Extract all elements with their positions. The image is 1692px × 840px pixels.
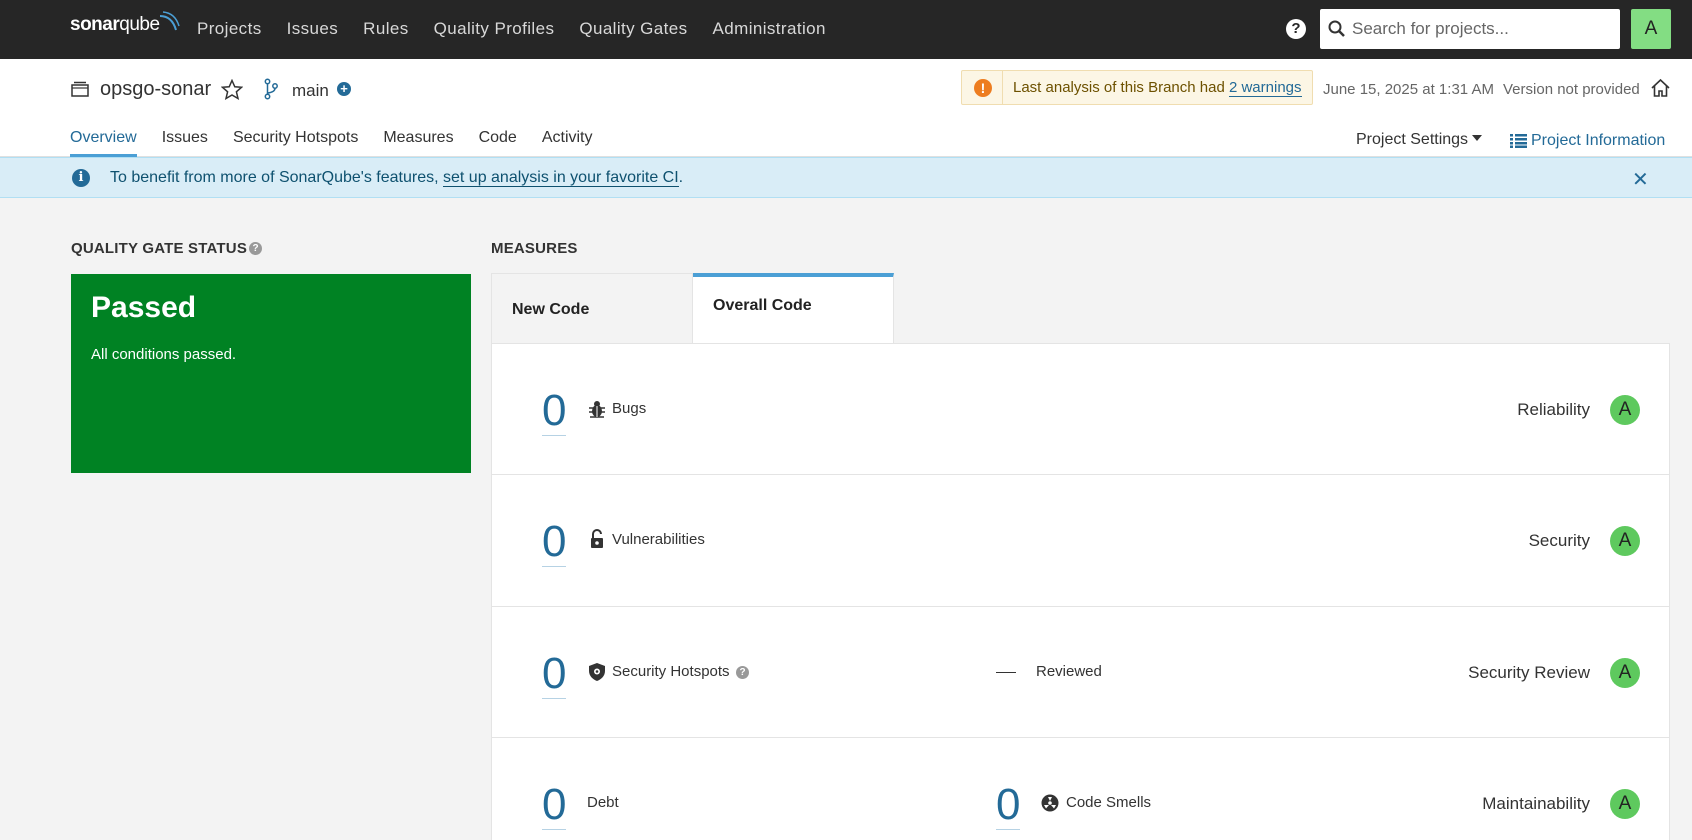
security-review-rating[interactable]: A (1610, 658, 1640, 688)
favorite-star-icon[interactable] (221, 79, 243, 100)
project-settings-dropdown[interactable]: Project Settings (1356, 131, 1483, 149)
measure-row-bugs: 0 Bugs Reliability A (492, 344, 1669, 475)
project-name[interactable]: opsgo-sonar (100, 78, 211, 101)
warning-prefix: Last analysis of this Branch had (1013, 79, 1229, 96)
debt-label: Debt (587, 794, 619, 811)
tab-activity[interactable]: Activity (542, 129, 593, 157)
tab-issues[interactable]: Issues (162, 129, 208, 157)
banner-text: To benefit from more of SonarQube's feat… (110, 169, 683, 187)
info-icon: i (72, 169, 90, 187)
project-settings-label: Project Settings (1356, 131, 1469, 148)
hotspots-help-icon[interactable]: ? (736, 666, 749, 679)
reviewed-dash (996, 672, 1016, 673)
hotspots-label: Security Hotspots (612, 663, 730, 680)
bug-icon (589, 401, 605, 418)
tab-measures[interactable]: Measures (383, 129, 453, 157)
warning-icon: ! (974, 79, 992, 97)
list-icon[interactable] (1510, 134, 1527, 148)
nav-quality-gates[interactable]: Quality Gates (579, 0, 687, 59)
project-header: opsgo-sonar main + ! Last analysis of th… (0, 59, 1692, 157)
hotspots-value[interactable]: 0 (542, 652, 567, 699)
security-rating[interactable]: A (1610, 526, 1640, 556)
shield-icon (589, 663, 605, 681)
nav-quality-profiles[interactable]: Quality Profiles (434, 0, 555, 59)
lock-open-icon (591, 529, 603, 548)
tab-code[interactable]: Code (479, 129, 517, 157)
search-box (1320, 9, 1620, 49)
main-nav: Projects Issues Rules Quality Profiles Q… (197, 0, 851, 59)
bugs-label: Bugs (612, 400, 647, 417)
warnings-link[interactable]: 2 warnings (1228, 79, 1302, 97)
branch-name[interactable]: main (292, 81, 329, 101)
warning-icon-cell: ! (962, 71, 1003, 104)
quality-gate-help-icon[interactable]: ? (249, 242, 262, 255)
measures-panel: 0 Bugs Reliability A 0 Vulnerabilities S… (491, 343, 1670, 840)
quality-gate-status: Passed (91, 291, 197, 324)
debt-value[interactable]: 0 (542, 783, 567, 830)
sonarqube-logo[interactable]: sonarqube (70, 11, 180, 44)
code-smells-label: Code Smells (1066, 794, 1152, 811)
tab-new-code[interactable]: New Code (491, 273, 693, 343)
project-icon (71, 81, 89, 97)
quality-gate-title: QUALITY GATE STATUS (71, 240, 248, 257)
warning-text: Last analysis of this Branch had 2 warni… (1013, 79, 1302, 97)
code-smells-value[interactable]: 0 (996, 783, 1021, 830)
tab-new-code-label: New Code (512, 301, 590, 318)
project-information-link[interactable]: Project Information (1531, 132, 1665, 150)
version-label: Version not provided (1503, 81, 1640, 98)
reviewed-label: Reviewed (1036, 663, 1102, 680)
reliability-label: Reliability (1517, 400, 1590, 419)
banner-suffix: . (678, 169, 684, 186)
banner-message: To benefit from more of SonarQube's feat… (110, 169, 443, 186)
search-icon (1328, 20, 1345, 37)
measure-row-hotspots: 0 Security Hotspots ? Reviewed Security … (492, 607, 1669, 738)
analysis-date: June 15, 2025 at 1:31 AM (1323, 81, 1494, 98)
security-review-label: Security Review (1468, 663, 1590, 682)
close-icon[interactable]: ✕ (1632, 167, 1649, 192)
tab-overall-code[interactable]: Overall Code (693, 273, 894, 343)
analysis-warning: ! Last analysis of this Branch had 2 war… (961, 70, 1313, 105)
nav-projects[interactable]: Projects (197, 0, 262, 59)
quality-gate-description: All conditions passed. (91, 346, 237, 363)
security-label: Security (1528, 531, 1590, 550)
quality-gate-status-box: Passed All conditions passed. (71, 274, 471, 473)
nav-rules[interactable]: Rules (363, 0, 408, 59)
code-smell-icon (1041, 794, 1059, 812)
home-icon[interactable] (1650, 78, 1671, 98)
tab-security-hotspots[interactable]: Security Hotspots (233, 129, 358, 157)
measure-row-vulnerabilities: 0 Vulnerabilities Security A (492, 476, 1669, 607)
bugs-value[interactable]: 0 (542, 389, 567, 436)
user-avatar[interactable]: A (1631, 9, 1671, 49)
maintainability-label: Maintainability (1482, 794, 1590, 813)
measures-title: MEASURES (491, 240, 578, 257)
top-navbar: sonarqube Projects Issues Rules Quality … (0, 0, 1692, 59)
info-banner: i To benefit from more of SonarQube's fe… (0, 157, 1692, 198)
help-icon[interactable]: ? (1286, 19, 1306, 39)
tab-overview[interactable]: Overview (70, 129, 137, 157)
maintainability-rating[interactable]: A (1610, 789, 1640, 819)
add-branch-icon[interactable]: + (337, 82, 351, 96)
setup-ci-link[interactable]: set up analysis in your favorite CI (443, 169, 679, 187)
tab-overall-code-label: Overall Code (713, 297, 812, 314)
search-input[interactable] (1352, 17, 1612, 41)
nav-administration[interactable]: Administration (713, 0, 826, 59)
project-tabs: Overview Issues Security Hotspots Measur… (70, 129, 618, 157)
branch-icon (264, 78, 278, 100)
logo-arc-icon (159, 11, 180, 31)
reliability-rating[interactable]: A (1610, 395, 1640, 425)
nav-issues[interactable]: Issues (287, 0, 339, 59)
vulnerabilities-value[interactable]: 0 (542, 520, 567, 567)
vulnerabilities-label: Vulnerabilities (612, 531, 705, 548)
measure-row-maintainability: 0 Debt 0 Code Smells Maintainability A (492, 738, 1669, 840)
caret-down-icon (1472, 135, 1483, 141)
